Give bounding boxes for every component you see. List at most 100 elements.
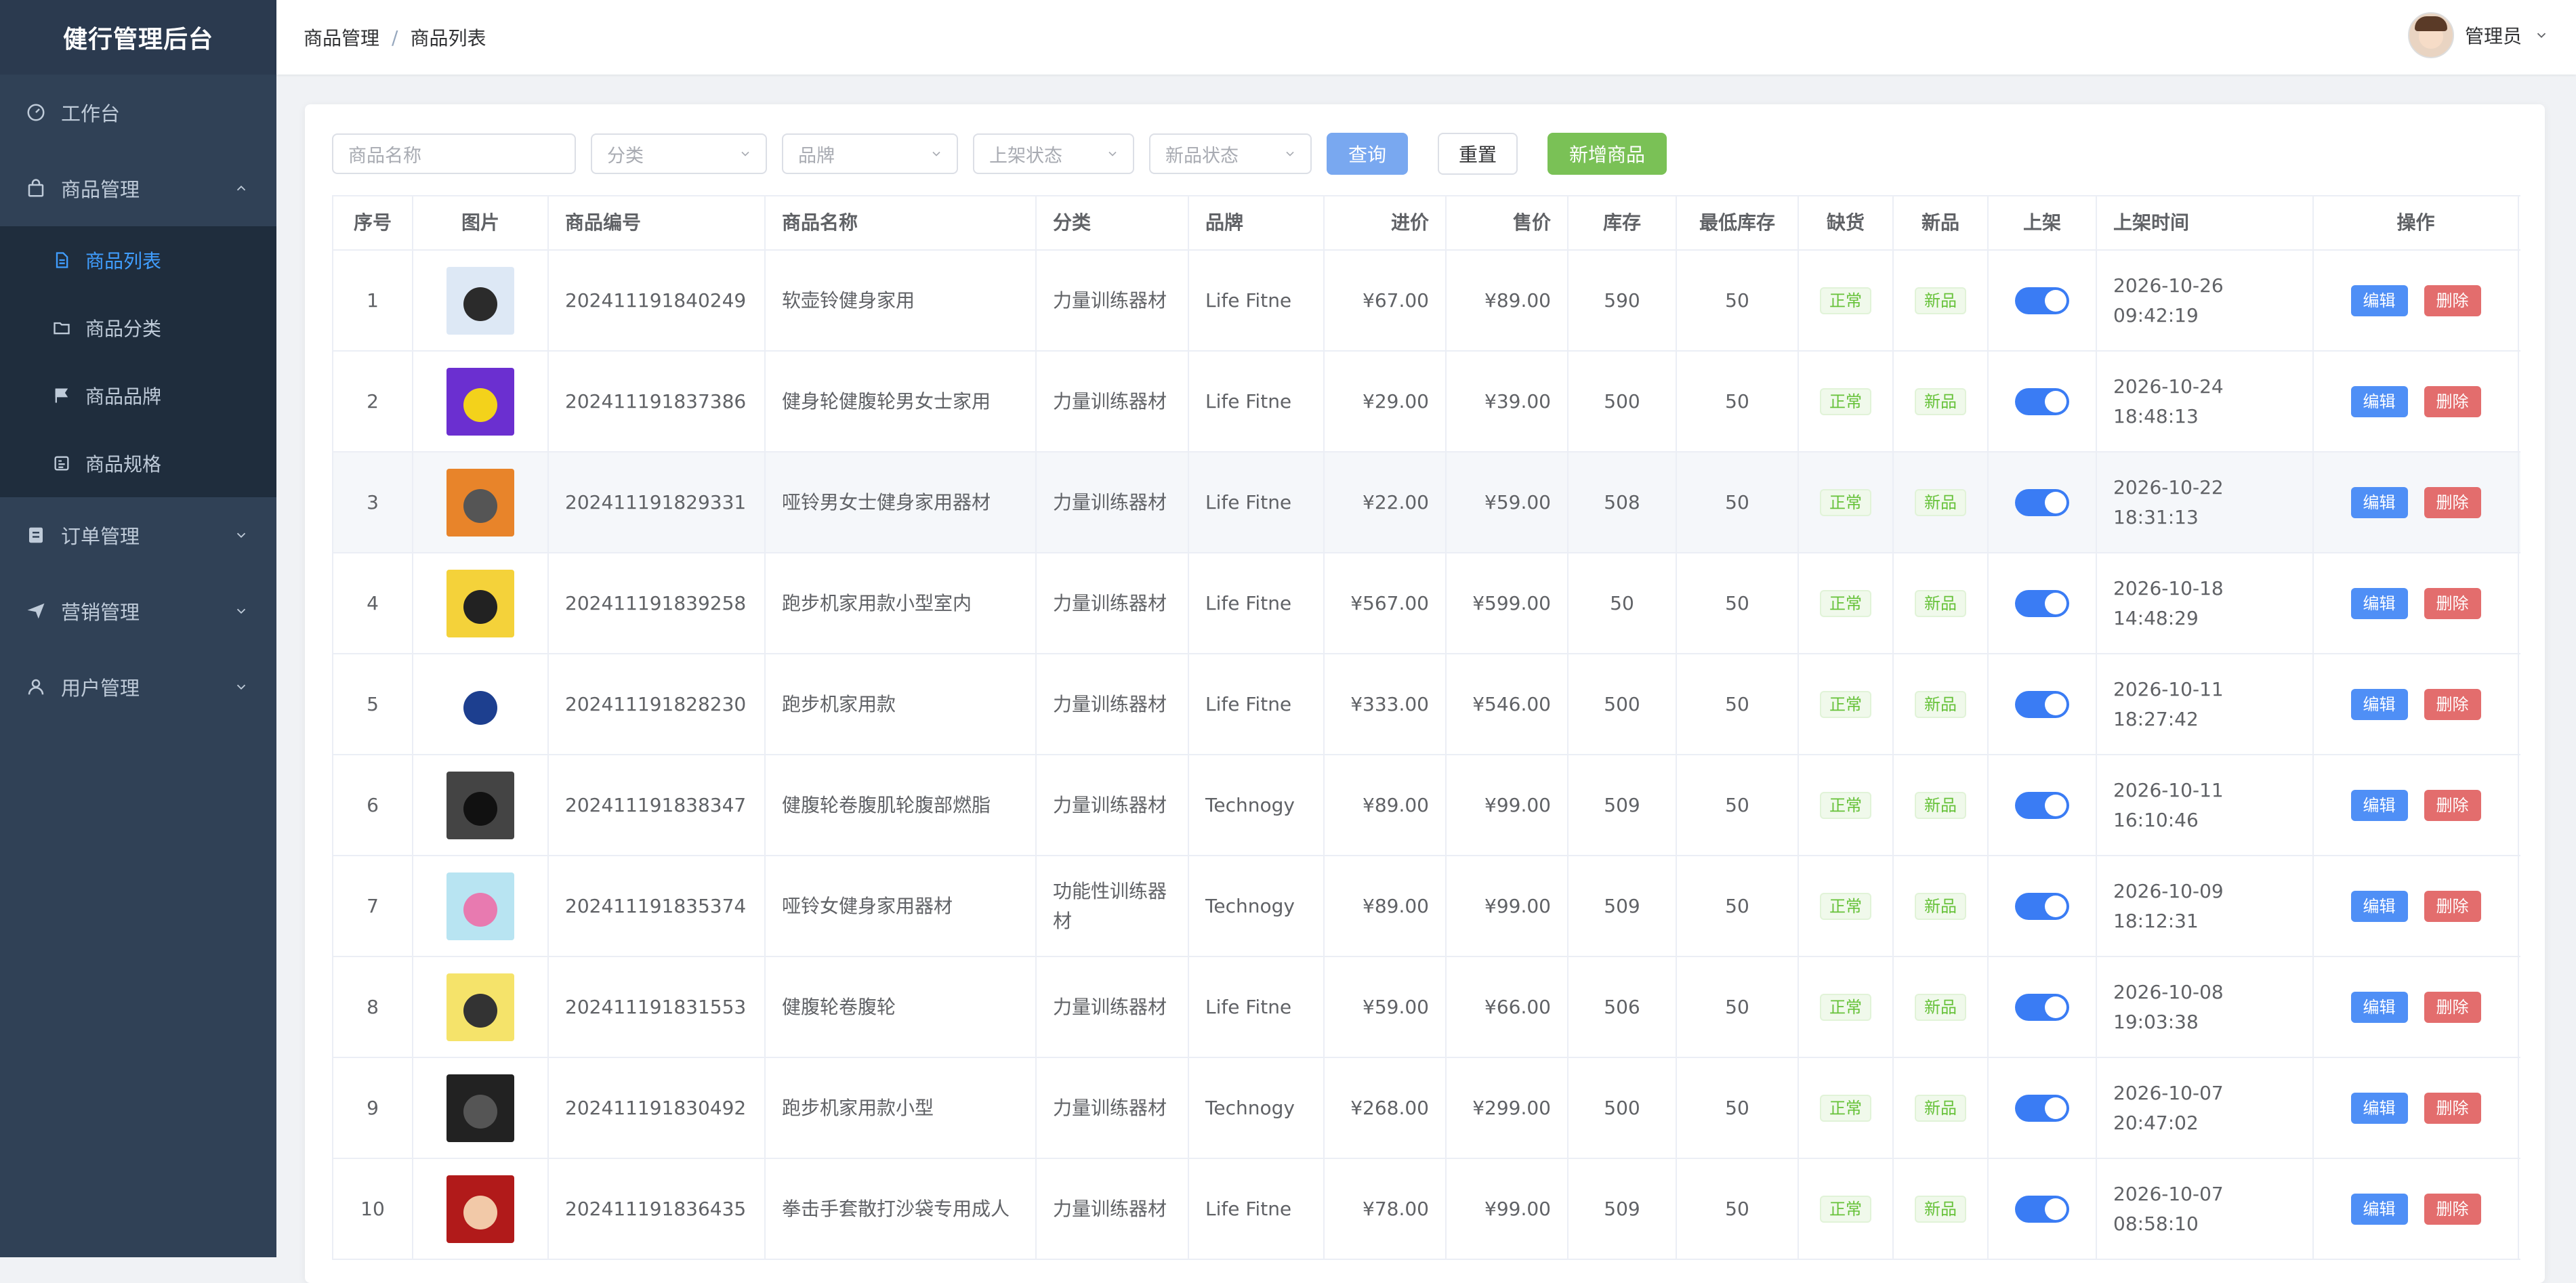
edit-button[interactable]: 编辑 <box>2350 1193 2408 1225</box>
listed-toggle[interactable] <box>2015 488 2069 516</box>
listed-toggle[interactable] <box>2015 993 2069 1021</box>
query-button[interactable]: 查询 <box>1327 133 1408 175</box>
toggle-knob <box>2045 794 2066 816</box>
listed-toggle[interactable] <box>2015 387 2069 415</box>
brand-select[interactable]: 品牌 <box>782 133 958 174</box>
cell-code: 202411191831553 <box>549 957 766 1057</box>
edit-button[interactable]: 编辑 <box>2350 587 2408 619</box>
delete-button[interactable]: 删除 <box>2424 587 2481 619</box>
listed-toggle[interactable] <box>2015 1094 2069 1122</box>
listed-toggle[interactable] <box>2015 892 2069 920</box>
delete-button[interactable]: 删除 <box>2424 991 2481 1023</box>
cell-shortage: 正常 <box>1799 352 1894 451</box>
cell-new: 新品 <box>1894 352 1989 451</box>
delete-button[interactable]: 删除 <box>2424 486 2481 518</box>
cell-shortage: 正常 <box>1799 957 1894 1057</box>
cell-no: 5 <box>333 654 413 754</box>
delete-button[interactable]: 删除 <box>2424 890 2481 922</box>
breadcrumb-item-product-management[interactable]: 商品管理 <box>304 24 379 51</box>
user-name: 管理员 <box>2464 25 2522 47</box>
status-badge: 正常 <box>1820 1094 1871 1122</box>
edit-button[interactable]: 编辑 <box>2350 991 2408 1023</box>
sidebar-item-product-category[interactable]: 商品分类 <box>0 294 276 362</box>
cell-name: 健身轮健腹轮男女士家用 <box>766 352 1037 451</box>
cell-min-stock: 50 <box>1677 957 1799 1057</box>
sidebar-item-label: 商品规格 <box>85 453 162 476</box>
sidebar-item-label: 营销管理 <box>61 601 140 624</box>
cell-stock: 590 <box>1569 251 1677 350</box>
user-menu[interactable]: 管理员 <box>2407 12 2549 58</box>
listing-status-select[interactable]: 上架状态 <box>973 133 1134 174</box>
table-row: 5 202411191828230 跑步机家用款 力量训练器材 Life Fitne ¥3… <box>333 654 2520 755</box>
delete-button[interactable]: 删除 <box>2424 1193 2481 1225</box>
sidebar: 健行管理后台 工作台 商品管理 商品列表 商品分类 商品品牌 商品规格 订单管理… <box>0 0 276 1257</box>
edit-button[interactable]: 编辑 <box>2350 789 2408 821</box>
delete-button[interactable]: 删除 <box>2424 1092 2481 1124</box>
status-badge: 正常 <box>1820 287 1871 314</box>
status-badge: 正常 <box>1820 690 1871 718</box>
cell-category: 力量训练器材 <box>1037 1058 1189 1158</box>
cell-name: 哑铃女健身家用器材 <box>766 856 1037 956</box>
cell-actions: 编辑 删除 <box>2314 957 2519 1057</box>
dashboard-icon <box>24 101 47 124</box>
chevron-down-icon <box>1283 146 1298 161</box>
cell-listed <box>1989 1159 2097 1259</box>
cell-listed <box>1989 755 2097 855</box>
sidebar-item-label: 订单管理 <box>61 525 140 548</box>
category-select[interactable]: 分类 <box>591 133 767 174</box>
cell-image <box>413 1159 549 1259</box>
cell-listed-time: 2026-10-11 16:10:46 <box>2097 755 2314 855</box>
edit-button[interactable]: 编辑 <box>2350 1092 2408 1124</box>
sidebar-item-product-management[interactable]: 商品管理 <box>0 150 276 226</box>
listed-toggle[interactable] <box>2015 287 2069 314</box>
reset-button[interactable]: 重置 <box>1438 133 1518 175</box>
cell-brand: Life Fitne <box>1189 352 1325 451</box>
cell-listed-time: 2026-10-22 18:31:13 <box>2097 453 2314 552</box>
listed-toggle[interactable] <box>2015 589 2069 617</box>
cell-image <box>413 553 549 653</box>
product-name-input[interactable]: 商品名称 <box>332 133 576 174</box>
cell-no: 10 <box>333 1159 413 1259</box>
top-header: 商品管理 / 商品列表 管理员 <box>276 0 2576 75</box>
cell-listed <box>1989 251 2097 350</box>
cell-listed <box>1989 654 2097 754</box>
new-status-select[interactable]: 新品状态 <box>1149 133 1312 174</box>
sidebar-item-marketing-management[interactable]: 营销管理 <box>0 573 276 649</box>
cell-shortage: 正常 <box>1799 1058 1894 1158</box>
sidebar-item-product-brand[interactable]: 商品品牌 <box>0 362 276 429</box>
cell-cost: ¥59.00 <box>1325 957 1447 1057</box>
sidebar-item-user-management[interactable]: 用户管理 <box>0 649 276 725</box>
delete-button[interactable]: 删除 <box>2424 789 2481 821</box>
product-thumbnail <box>446 569 514 637</box>
cell-no: 7 <box>333 856 413 956</box>
listed-toggle[interactable] <box>2015 1195 2069 1223</box>
cell-min-stock: 50 <box>1677 856 1799 956</box>
edit-button[interactable]: 编辑 <box>2350 285 2408 316</box>
listed-toggle[interactable] <box>2015 791 2069 819</box>
toggle-knob <box>2045 592 2066 614</box>
edit-button[interactable]: 编辑 <box>2350 688 2408 720</box>
delete-button[interactable]: 删除 <box>2424 285 2481 316</box>
cell-listed-time: 2026-10-26 09:42:19 <box>2097 251 2314 350</box>
cell-listed <box>1989 453 2097 552</box>
edit-button[interactable]: 编辑 <box>2350 486 2408 518</box>
sidebar-item-order-management[interactable]: 订单管理 <box>0 497 276 573</box>
sidebar-item-product-spec[interactable]: 商品规格 <box>0 429 276 497</box>
cell-code: 202411191839258 <box>549 553 766 653</box>
delete-button[interactable]: 删除 <box>2424 688 2481 720</box>
listed-toggle[interactable] <box>2015 690 2069 718</box>
table-row: 9 202411191830492 跑步机家用款小型 力量训练器材 Technogy ¥2… <box>333 1058 2520 1159</box>
cell-stock: 500 <box>1569 654 1677 754</box>
cell-shortage: 正常 <box>1799 251 1894 350</box>
delete-button[interactable]: 删除 <box>2424 385 2481 417</box>
cell-shortage: 正常 <box>1799 553 1894 653</box>
sidebar-item-product-list[interactable]: 商品列表 <box>0 226 276 294</box>
cell-brand: Life Fitne <box>1189 453 1325 552</box>
order-icon <box>24 524 47 547</box>
edit-button[interactable]: 编辑 <box>2350 890 2408 922</box>
edit-button[interactable]: 编辑 <box>2350 385 2408 417</box>
cell-price: ¥99.00 <box>1447 856 1569 956</box>
cell-image <box>413 856 549 956</box>
add-product-button[interactable]: 新增商品 <box>1547 133 1667 175</box>
sidebar-item-dashboard[interactable]: 工作台 <box>0 75 276 150</box>
